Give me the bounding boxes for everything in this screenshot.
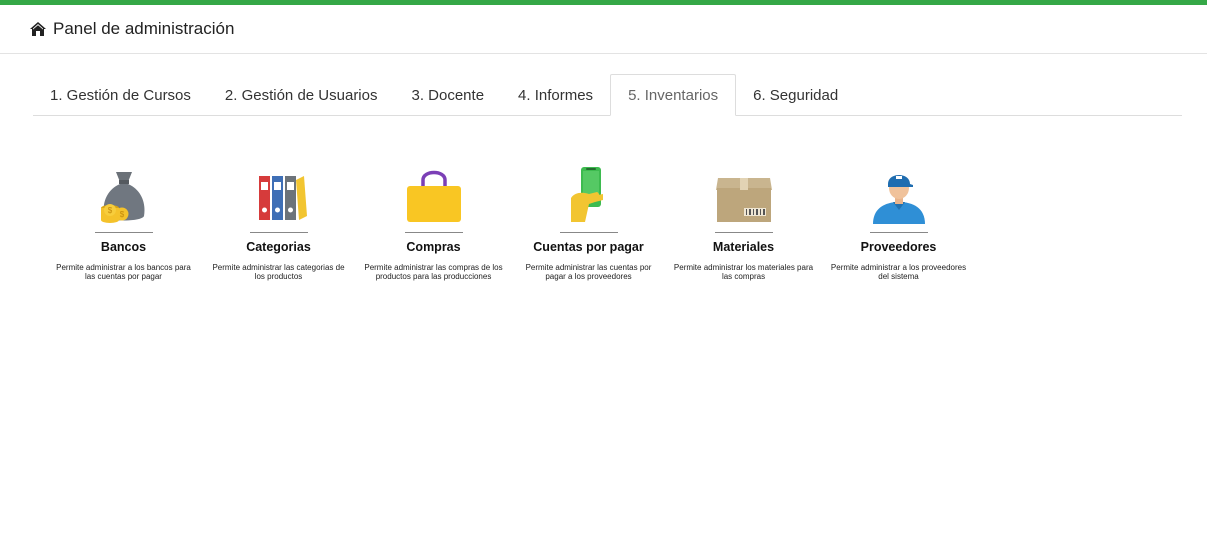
module-title: Proveedores [860, 240, 937, 254]
shopping-bag-icon [404, 160, 464, 224]
module-description: Permite administrar las categorias de lo… [212, 263, 345, 281]
tab-seguridad[interactable]: 6. Seguridad [736, 74, 855, 116]
module-materiales[interactable]: Materiales Permite administrar los mater… [666, 160, 821, 281]
module-description: Permite administrar las compras de los p… [364, 263, 503, 281]
module-compras[interactable]: Compras Permite administrar las compras … [356, 160, 511, 281]
divider [94, 232, 153, 233]
module-title: Materiales [712, 240, 775, 254]
module-title: Categorias [246, 240, 311, 254]
phone-payment-icon [559, 160, 619, 224]
module-description: Permite administrar a los proveedores de… [830, 263, 967, 281]
divider [404, 232, 463, 233]
tab-gestion-cursos[interactable]: 1. Gestión de Cursos [33, 74, 208, 116]
module-bancos[interactable]: $ $ Bancos Permite administrar a los ban… [46, 160, 201, 281]
module-title: Compras [406, 240, 461, 254]
divider [869, 232, 928, 233]
module-title: Bancos [100, 240, 147, 254]
box-icon [714, 160, 774, 224]
divider [249, 232, 308, 233]
module-description: Permite administrar a los bancos para la… [56, 263, 191, 281]
module-description: Permite administrar los materiales para … [673, 263, 814, 281]
module-proveedores[interactable]: Proveedores Permite administrar a los pr… [821, 160, 976, 281]
divider [714, 232, 773, 233]
supplier-icon [869, 160, 929, 224]
binders-icon [249, 160, 309, 224]
module-cuentas-por-pagar[interactable]: Cuentas por pagar Permite administrar la… [511, 160, 666, 281]
module-grid: $ $ Bancos Permite administrar a los ban… [46, 160, 976, 281]
module-categorias[interactable]: Categorias Permite administrar las categ… [201, 160, 356, 281]
tab-informes[interactable]: 4. Informes [501, 74, 610, 116]
tab-bar: 1. Gestión de Cursos 2. Gestión de Usuar… [33, 74, 1182, 116]
module-title: Cuentas por pagar [533, 240, 644, 254]
svg-text:$: $ [119, 210, 124, 219]
money-bag-icon: $ $ [94, 160, 154, 224]
module-description: Permite administrar las cuentas por paga… [525, 263, 652, 281]
tab-docente[interactable]: 3. Docente [394, 74, 501, 116]
svg-text:$: $ [107, 206, 112, 215]
page-title: Panel de administración [53, 19, 235, 38]
tab-gestion-usuarios[interactable]: 2. Gestión de Usuarios [208, 74, 395, 116]
divider [559, 232, 618, 233]
page-header: Panel de administración [0, 5, 1207, 54]
home-icon [29, 21, 47, 37]
tab-inventarios[interactable]: 5. Inventarios [610, 74, 737, 116]
